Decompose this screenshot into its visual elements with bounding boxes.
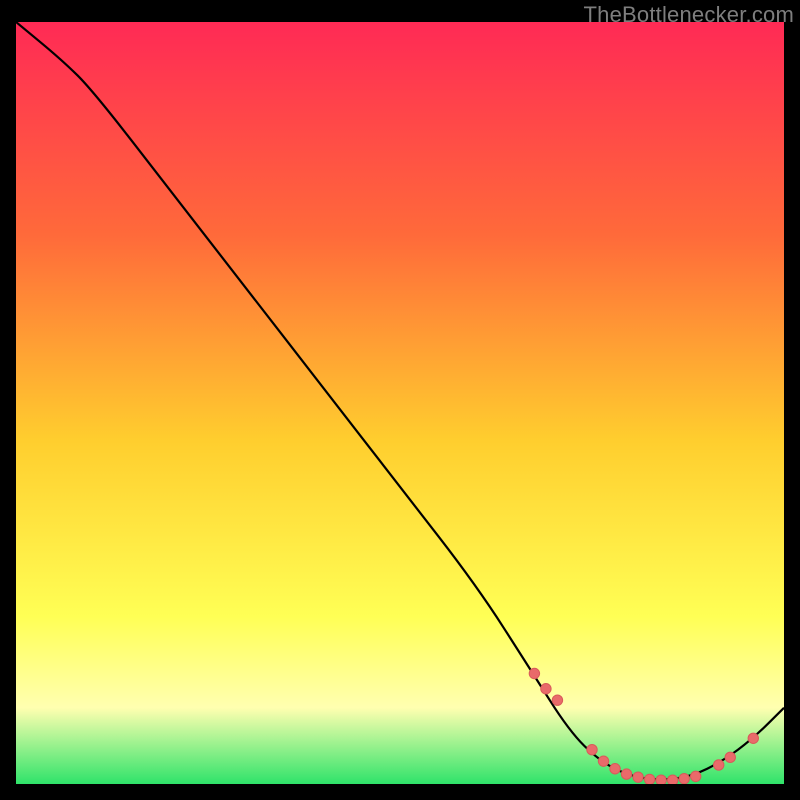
gradient-background [16, 22, 784, 784]
highlight-point [529, 668, 539, 678]
highlight-point [633, 772, 643, 782]
highlight-point [725, 752, 735, 762]
chart-svg [16, 22, 784, 784]
highlight-point [598, 756, 608, 766]
highlight-point [644, 774, 654, 784]
highlight-point [679, 773, 689, 783]
highlight-point [541, 684, 551, 694]
highlight-point [714, 760, 724, 770]
highlight-point [667, 775, 677, 784]
chart-root: TheBottlenecker.com [0, 0, 800, 800]
plot-area [16, 22, 784, 784]
highlight-point [610, 764, 620, 774]
highlight-point [748, 733, 758, 743]
watermark-label: TheBottlenecker.com [584, 2, 794, 28]
highlight-point [621, 769, 631, 779]
highlight-point [587, 745, 597, 755]
highlight-point [690, 771, 700, 781]
highlight-point [552, 695, 562, 705]
highlight-point [656, 775, 666, 784]
